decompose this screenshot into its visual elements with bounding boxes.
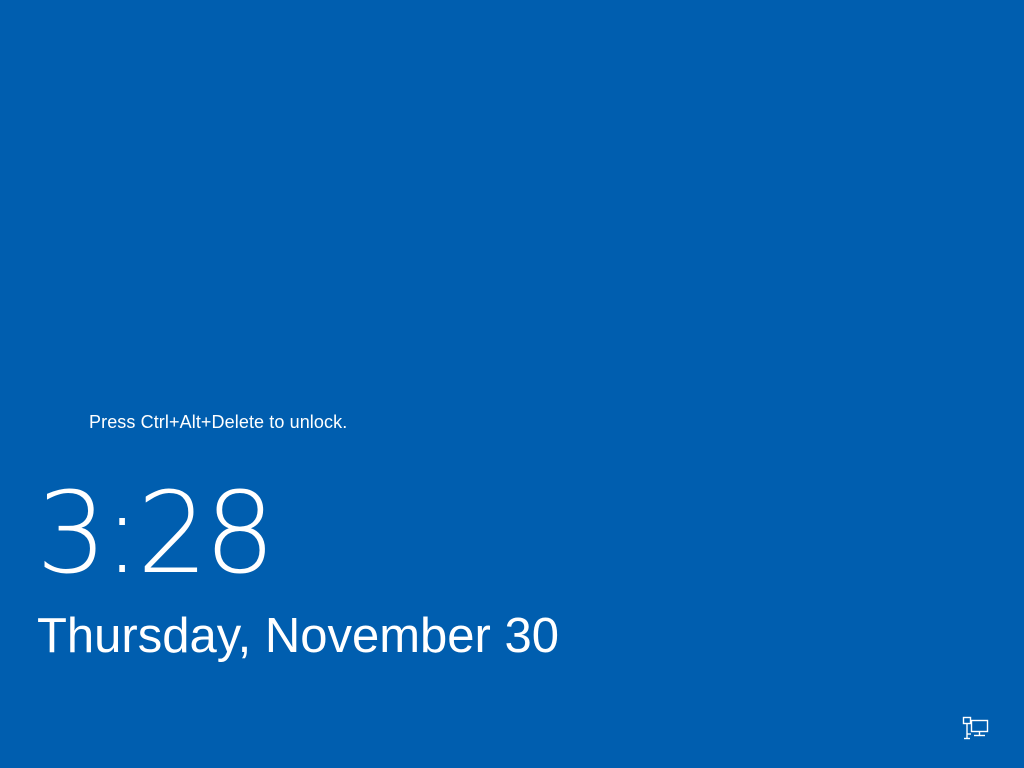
clock-time: 3:28: [36, 469, 276, 599]
clock-date: Thursday, November 30: [37, 609, 559, 663]
network-icon[interactable]: [962, 716, 990, 742]
unlock-hint: Press Ctrl+Alt+Delete to unlock.: [89, 412, 348, 432]
lock-screen[interactable]: Press Ctrl+Alt+Delete to unlock. 3:28 Th…: [0, 0, 1024, 768]
